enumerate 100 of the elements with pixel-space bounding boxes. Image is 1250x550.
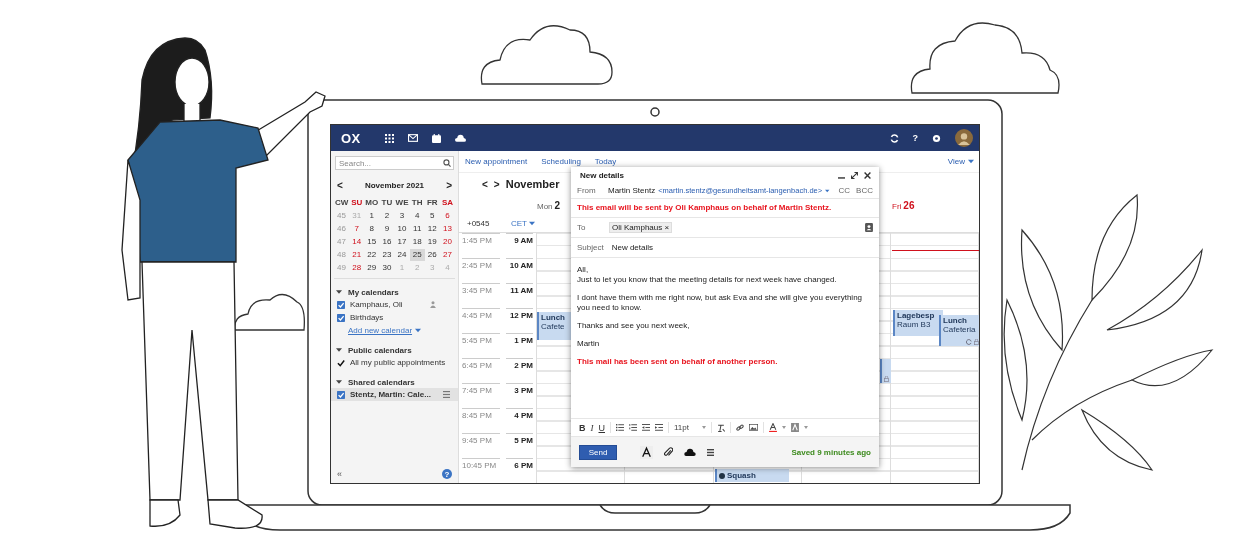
calendar-day[interactable]: 10	[394, 223, 410, 235]
calendar-day[interactable]: 21	[349, 249, 365, 261]
help-button[interactable]: ?	[912, 133, 918, 143]
calendar-day[interactable]: 15	[364, 236, 380, 248]
mail-icon[interactable]	[407, 134, 418, 142]
calendar-day[interactable]: 8	[364, 223, 380, 235]
section-title[interactable]: Shared calendars	[348, 377, 415, 387]
subject-field[interactable]: New details	[611, 243, 873, 252]
calendar-day[interactable]: 4	[409, 210, 425, 222]
refresh-icon[interactable]	[889, 133, 899, 143]
cloud-icon[interactable]	[684, 448, 696, 456]
address-book-icon[interactable]	[865, 223, 873, 232]
calendar-item[interactable]: Kamphaus, Oli	[331, 298, 458, 311]
calendar-day[interactable]: 20	[439, 236, 455, 248]
toolbar-link[interactable]: Today	[594, 157, 617, 166]
toolbar-link[interactable]: Scheduling	[541, 157, 581, 166]
grid-icon[interactable]	[384, 133, 394, 143]
calendar-day[interactable]: 3	[394, 210, 410, 222]
calendar-day[interactable]: 2	[379, 210, 395, 222]
numbered-list-icon[interactable]	[629, 424, 637, 431]
checkbox[interactable]	[337, 390, 345, 399]
caret-icon[interactable]	[968, 159, 974, 164]
add-calendar-link[interactable]: Add new calendar	[348, 326, 413, 335]
day-header[interactable]: Fri 26	[892, 199, 915, 211]
checkbox[interactable]	[337, 300, 345, 309]
search-field[interactable]: Search...	[335, 156, 454, 170]
calendar-day[interactable]: 1	[364, 210, 380, 222]
view-menu[interactable]: View	[947, 157, 965, 166]
text-format-icon[interactable]	[640, 445, 653, 459]
underline-button[interactable]: U	[598, 422, 605, 433]
image-icon[interactable]	[749, 424, 758, 431]
calendar-day[interactable]: 24	[394, 249, 410, 261]
expand-icon[interactable]	[851, 171, 858, 179]
calendar-item[interactable]: Birthdays	[331, 311, 458, 324]
highlight-color-icon[interactable]	[791, 423, 799, 432]
calendar-item[interactable]: Stentz, Martin: Cale...	[331, 388, 458, 401]
close-icon[interactable]	[864, 171, 871, 179]
search-icon[interactable]	[443, 159, 451, 167]
checkmark-icon[interactable]	[337, 358, 345, 367]
text-color-icon[interactable]	[769, 423, 777, 432]
menu-icon[interactable]	[707, 448, 714, 456]
next-button[interactable]: >	[493, 178, 500, 190]
calendar-day[interactable]: 28	[349, 262, 365, 274]
appointment[interactable]: Lunch Cafete	[537, 312, 571, 340]
calendar-day[interactable]: 9	[379, 223, 395, 235]
calendar-item[interactable]: All my public appointments	[331, 356, 458, 369]
calendar-day[interactable]: 23	[379, 249, 395, 261]
avatar-icon[interactable]	[955, 129, 973, 147]
calendar-day[interactable]: 12	[424, 223, 440, 235]
calendar-day[interactable]: 16	[379, 236, 395, 248]
italic-button[interactable]: I	[590, 422, 594, 433]
bold-button[interactable]: B	[579, 422, 586, 433]
appointment[interactable]	[880, 359, 891, 383]
previous-month-button[interactable]: <	[337, 180, 343, 191]
section-title[interactable]: My calendars	[348, 287, 399, 297]
paperclip-icon[interactable]	[664, 447, 673, 457]
bcc-button[interactable]: BCC	[856, 186, 873, 195]
bullet-list-icon[interactable]	[616, 424, 624, 431]
calendar-day[interactable]: 11	[409, 223, 425, 235]
calendar-icon[interactable]	[431, 133, 441, 143]
caret-icon[interactable]	[336, 347, 342, 353]
section-title[interactable]: Public calendars	[348, 345, 412, 355]
calendar-day[interactable]: 19	[424, 236, 440, 248]
appointment[interactable]: Lagebesp Raum B3	[893, 310, 943, 336]
calendar-day[interactable]: 30	[379, 262, 395, 274]
help-button[interactable]: ?	[442, 469, 452, 479]
caret-icon[interactable]	[336, 289, 342, 295]
calendar-day[interactable]: 26	[424, 249, 440, 261]
collapse-button[interactable]: «	[337, 469, 342, 479]
link-icon[interactable]	[736, 423, 744, 432]
toolbar-link[interactable]: New appointment	[465, 157, 528, 166]
calendar-day[interactable]: 27	[439, 249, 455, 261]
appointment[interactable]: Squash	[715, 469, 789, 482]
recipient-chip[interactable]: Oli Kamphaus ×	[609, 222, 673, 233]
calendar-day[interactable]: 29	[364, 262, 380, 274]
outdent-icon[interactable]	[642, 424, 650, 431]
calendar-day[interactable]: 5	[424, 210, 440, 222]
calendar-day[interactable]: 13	[439, 223, 455, 235]
send-button[interactable]: Send	[579, 444, 617, 460]
settings-icon[interactable]	[932, 133, 941, 143]
checkbox[interactable]	[337, 313, 345, 322]
calendar-day[interactable]: 17	[394, 236, 410, 248]
caret-icon[interactable]	[529, 221, 535, 226]
calendar-day[interactable]: 7	[349, 223, 365, 235]
appointment[interactable]: Lunch Cafeteria	[939, 315, 979, 346]
font-size-menu[interactable]: 11pt	[674, 423, 689, 432]
previous-button[interactable]: <	[482, 178, 488, 190]
timezone-menu[interactable]: CET	[511, 219, 527, 228]
caret-icon[interactable]	[415, 328, 422, 333]
calendar-day[interactable]: 25	[409, 249, 425, 261]
calendar-day[interactable]: 22	[364, 249, 380, 261]
calendar-day[interactable]: 14	[349, 236, 365, 248]
calendar-day[interactable]: 6	[439, 210, 455, 222]
caret-icon[interactable]	[825, 188, 830, 193]
calendar-day[interactable]: 18	[409, 236, 425, 248]
caret-icon[interactable]	[336, 379, 342, 385]
cloud-icon[interactable]	[454, 134, 466, 142]
cc-button[interactable]: CC	[838, 186, 851, 195]
next-month-button[interactable]: >	[446, 180, 452, 191]
clear-format-icon[interactable]	[717, 423, 725, 432]
